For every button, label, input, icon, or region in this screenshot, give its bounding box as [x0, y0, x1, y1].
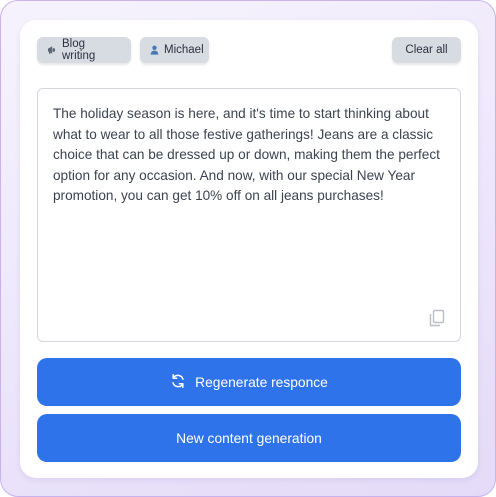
megaphone-icon	[47, 45, 57, 55]
topic-chip-label: Blog writing	[62, 38, 96, 62]
regenerate-button[interactable]: Regenerate responce	[37, 358, 461, 406]
content-card: Blog writing Michael Clear all The holid…	[20, 20, 478, 478]
refresh-icon	[170, 373, 186, 392]
regenerate-label: Regenerate responce	[195, 374, 328, 390]
user-chip[interactable]: Michael	[140, 37, 209, 63]
user-icon	[150, 45, 159, 55]
user-chip-label: Michael	[164, 44, 204, 56]
copy-icon	[428, 309, 446, 330]
copy-button[interactable]	[428, 309, 446, 327]
new-content-button[interactable]: New content generation	[37, 414, 461, 462]
clear-all-button[interactable]: Clear all	[392, 37, 461, 63]
generated-content-text: The holiday season is here, and it's tim…	[53, 106, 440, 203]
new-content-label: New content generation	[176, 430, 322, 446]
clear-all-label: Clear all	[405, 44, 448, 56]
generated-content-area[interactable]: The holiday season is here, and it's tim…	[37, 88, 461, 342]
topic-chip[interactable]: Blog writing	[37, 37, 131, 63]
app-frame: Blog writing Michael Clear all The holid…	[0, 0, 496, 497]
